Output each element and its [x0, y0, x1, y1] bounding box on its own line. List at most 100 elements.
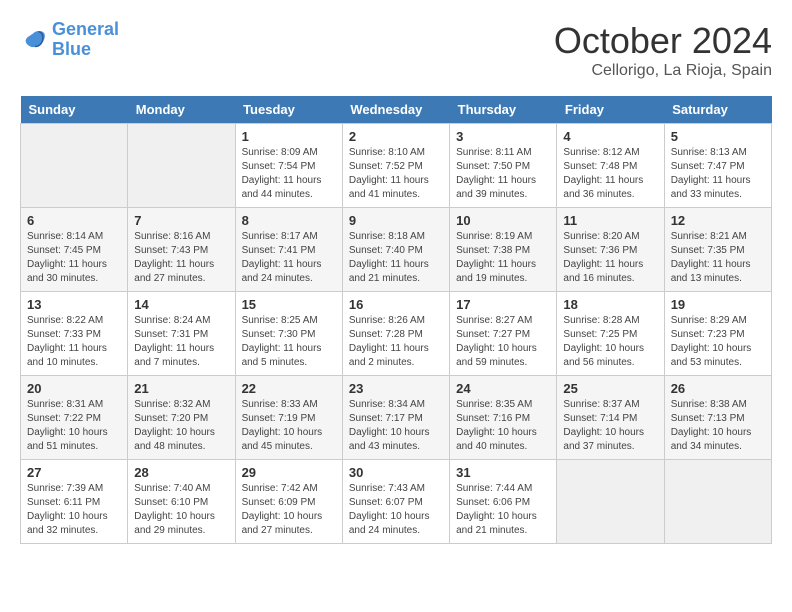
day-info: Sunrise: 7:40 AMSunset: 6:10 PMDaylight:…: [134, 482, 228, 538]
logo-icon: [20, 26, 48, 54]
day-info: Sunrise: 8:22 AMSunset: 7:33 PMDaylight:…: [27, 314, 121, 370]
day-info: Sunrise: 7:39 AMSunset: 6:11 PMDaylight:…: [27, 482, 121, 538]
weekday-header-saturday: Saturday: [664, 96, 771, 124]
day-info: Sunrise: 8:20 AMSunset: 7:36 PMDaylight:…: [563, 230, 657, 286]
calendar-cell: 22Sunrise: 8:33 AMSunset: 7:19 PMDayligh…: [235, 376, 342, 460]
day-number: 20: [27, 381, 121, 396]
day-number: 18: [563, 297, 657, 312]
calendar-cell: 8 Sunrise: 8:17 AMSunset: 7:41 PMDaylight…: [235, 208, 342, 292]
calendar-cell: 31 Sunrise: 7:44 AMSunset: 6:06 PMDayligh…: [450, 460, 557, 544]
calendar-cell: 4 Sunrise: 8:12 AMSunset: 7:48 PMDaylight…: [557, 124, 664, 208]
day-info: Sunrise: 7:44 AMSunset: 6:06 PMDaylight:…: [456, 482, 550, 538]
calendar-cell: 3 Sunrise: 8:11 AMSunset: 7:50 PMDaylight…: [450, 124, 557, 208]
calendar-cell: [128, 124, 235, 208]
day-number: 14: [134, 297, 228, 312]
day-number: 9: [349, 213, 443, 228]
location: Cellorigo, La Rioja, Spain: [554, 62, 772, 80]
day-number: 10: [456, 213, 550, 228]
calendar-cell: 27 Sunrise: 7:39 AMSunset: 6:11 PMDayligh…: [21, 460, 128, 544]
day-number: 4: [563, 129, 657, 144]
day-number: 26: [671, 381, 765, 396]
day-info: Sunrise: 8:09 AMSunset: 7:54 PMDaylight:…: [242, 146, 336, 202]
calendar-cell: 25 Sunrise: 8:37 AMSunset: 7:14 PMDayligh…: [557, 376, 664, 460]
day-number: 17: [456, 297, 550, 312]
weekday-header-sunday: Sunday: [21, 96, 128, 124]
page-header: General Blue October 2024 Cellorigo, La …: [20, 20, 772, 80]
day-number: 27: [27, 465, 121, 480]
calendar-cell: 30 Sunrise: 7:43 AMSunset: 6:07 PMDayligh…: [342, 460, 449, 544]
calendar-cell: 16Sunrise: 8:26 AMSunset: 7:28 PMDayligh…: [342, 292, 449, 376]
calendar-cell: 14Sunrise: 8:24 AMSunset: 7:31 PMDayligh…: [128, 292, 235, 376]
day-info: Sunrise: 8:12 AMSunset: 7:48 PMDaylight:…: [563, 146, 657, 202]
calendar-cell: 18 Sunrise: 8:28 AMSunset: 7:25 PMDayligh…: [557, 292, 664, 376]
day-info: Sunrise: 8:32 AMSunset: 7:20 PMDaylight:…: [134, 398, 228, 454]
weekday-header-thursday: Thursday: [450, 96, 557, 124]
weekday-header-tuesday: Tuesday: [235, 96, 342, 124]
calendar-table: SundayMondayTuesdayWednesdayThursdayFrid…: [20, 96, 772, 544]
day-info: Sunrise: 8:29 AMSunset: 7:23 PMDaylight:…: [671, 314, 765, 370]
calendar-cell: 7Sunrise: 8:16 AMSunset: 7:43 PMDaylight…: [128, 208, 235, 292]
day-info: Sunrise: 8:11 AMSunset: 7:50 PMDaylight:…: [456, 146, 550, 202]
day-number: 29: [242, 465, 336, 480]
weekday-header-wednesday: Wednesday: [342, 96, 449, 124]
calendar-cell: 9Sunrise: 8:18 AMSunset: 7:40 PMDaylight…: [342, 208, 449, 292]
day-info: Sunrise: 8:14 AMSunset: 7:45 PMDaylight:…: [27, 230, 121, 286]
day-info: Sunrise: 8:10 AMSunset: 7:52 PMDaylight:…: [349, 146, 443, 202]
logo: General Blue: [20, 20, 119, 60]
day-info: Sunrise: 8:34 AMSunset: 7:17 PMDaylight:…: [349, 398, 443, 454]
day-info: Sunrise: 8:13 AMSunset: 7:47 PMDaylight:…: [671, 146, 765, 202]
calendar-cell: 5 Sunrise: 8:13 AMSunset: 7:47 PMDaylight…: [664, 124, 771, 208]
calendar-cell: [557, 460, 664, 544]
day-number: 30: [349, 465, 443, 480]
day-number: 11: [563, 213, 657, 228]
day-info: Sunrise: 8:17 AMSunset: 7:41 PMDaylight:…: [242, 230, 336, 286]
calendar-cell: 21Sunrise: 8:32 AMSunset: 7:20 PMDayligh…: [128, 376, 235, 460]
day-number: 22: [242, 381, 336, 396]
calendar-cell: 20Sunrise: 8:31 AMSunset: 7:22 PMDayligh…: [21, 376, 128, 460]
calendar-cell: [21, 124, 128, 208]
day-info: Sunrise: 8:35 AMSunset: 7:16 PMDaylight:…: [456, 398, 550, 454]
day-info: Sunrise: 7:43 AMSunset: 6:07 PMDaylight:…: [349, 482, 443, 538]
day-info: Sunrise: 8:37 AMSunset: 7:14 PMDaylight:…: [563, 398, 657, 454]
day-number: 25: [563, 381, 657, 396]
calendar-cell: [664, 460, 771, 544]
weekday-header-friday: Friday: [557, 96, 664, 124]
day-info: Sunrise: 8:25 AMSunset: 7:30 PMDaylight:…: [242, 314, 336, 370]
day-number: 19: [671, 297, 765, 312]
calendar-header-row: SundayMondayTuesdayWednesdayThursdayFrid…: [21, 96, 772, 124]
calendar-cell: 12Sunrise: 8:21 AMSunset: 7:35 PMDayligh…: [664, 208, 771, 292]
calendar-cell: 23 Sunrise: 8:34 AMSunset: 7:17 PMDayligh…: [342, 376, 449, 460]
day-info: Sunrise: 8:28 AMSunset: 7:25 PMDaylight:…: [563, 314, 657, 370]
logo-line1: General: [52, 19, 119, 39]
day-number: 7: [134, 213, 228, 228]
calendar-cell: 11 Sunrise: 8:20 AMSunset: 7:36 PMDayligh…: [557, 208, 664, 292]
calendar-cell: 24Sunrise: 8:35 AMSunset: 7:16 PMDayligh…: [450, 376, 557, 460]
day-number: 15: [242, 297, 336, 312]
calendar-cell: 13Sunrise: 8:22 AMSunset: 7:33 PMDayligh…: [21, 292, 128, 376]
logo-line2: Blue: [52, 39, 91, 59]
calendar-cell: 17 Sunrise: 8:27 AMSunset: 7:27 PMDayligh…: [450, 292, 557, 376]
day-number: 31: [456, 465, 550, 480]
logo-text: General Blue: [52, 20, 119, 60]
day-info: Sunrise: 8:27 AMSunset: 7:27 PMDaylight:…: [456, 314, 550, 370]
calendar-cell: 6 Sunrise: 8:14 AMSunset: 7:45 PMDaylight…: [21, 208, 128, 292]
day-number: 16: [349, 297, 443, 312]
day-number: 6: [27, 213, 121, 228]
day-number: 12: [671, 213, 765, 228]
day-number: 8: [242, 213, 336, 228]
calendar-cell: 1Sunrise: 8:09 AMSunset: 7:54 PMDaylight…: [235, 124, 342, 208]
calendar-cell: 26 Sunrise: 8:38 AMSunset: 7:13 PMDayligh…: [664, 376, 771, 460]
calendar-cell: 2 Sunrise: 8:10 AMSunset: 7:52 PMDaylight…: [342, 124, 449, 208]
day-number: 2: [349, 129, 443, 144]
calendar-week-row: 20Sunrise: 8:31 AMSunset: 7:22 PMDayligh…: [21, 376, 772, 460]
day-number: 23: [349, 381, 443, 396]
day-number: 5: [671, 129, 765, 144]
calendar-week-row: 1Sunrise: 8:09 AMSunset: 7:54 PMDaylight…: [21, 124, 772, 208]
calendar-cell: 19 Sunrise: 8:29 AMSunset: 7:23 PMDayligh…: [664, 292, 771, 376]
weekday-header-monday: Monday: [128, 96, 235, 124]
day-info: Sunrise: 8:38 AMSunset: 7:13 PMDaylight:…: [671, 398, 765, 454]
calendar-body: 1Sunrise: 8:09 AMSunset: 7:54 PMDaylight…: [21, 124, 772, 544]
title-block: October 2024 Cellorigo, La Rioja, Spain: [554, 20, 772, 80]
day-number: 3: [456, 129, 550, 144]
calendar-week-row: 27 Sunrise: 7:39 AMSunset: 6:11 PMDayligh…: [21, 460, 772, 544]
